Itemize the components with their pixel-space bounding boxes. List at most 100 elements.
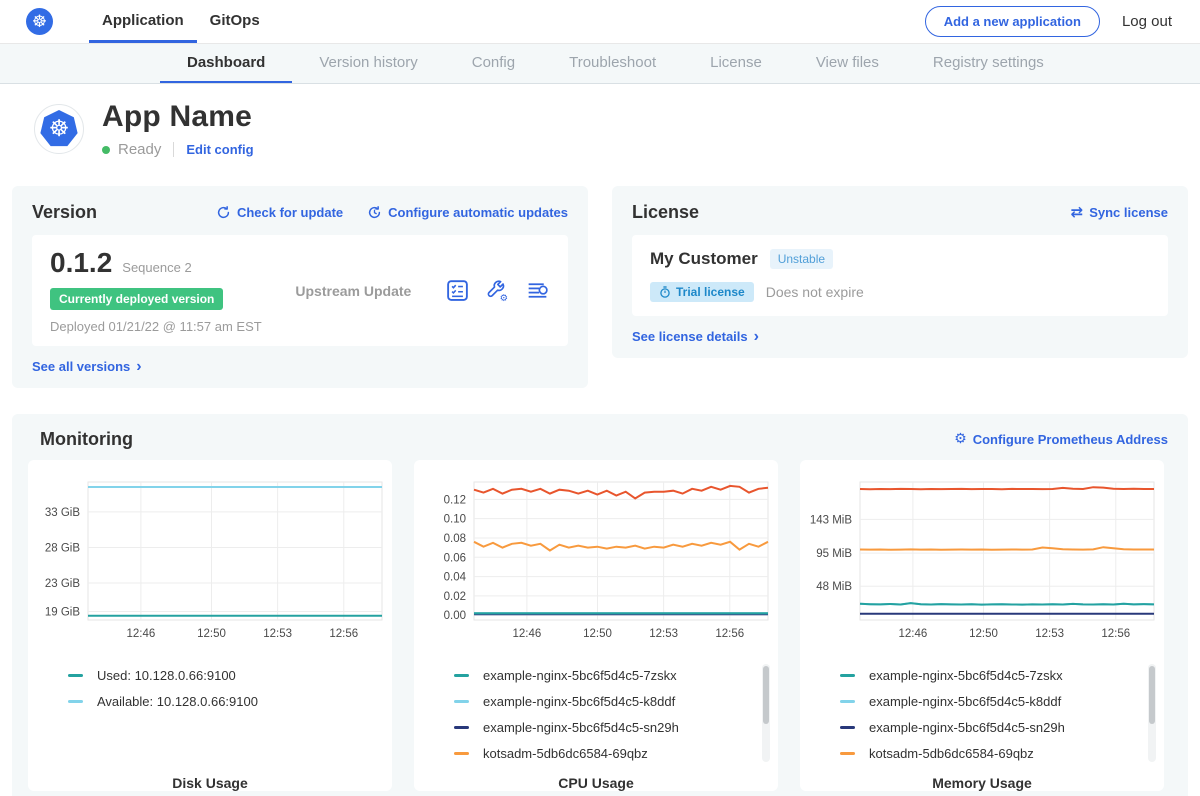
tab-dashboard[interactable]: Dashboard xyxy=(160,44,292,83)
legend-item: example-nginx-5bc6f5d4c5-sn29h xyxy=(840,714,1164,740)
chart-title: Memory Usage xyxy=(800,775,1164,791)
version-source-label: Upstream Update xyxy=(295,283,411,299)
legend-label: kotsadm-5db6dc6584-69qbz xyxy=(483,746,648,761)
svg-text:⚙: ⚙ xyxy=(500,293,508,303)
configure-prometheus-link[interactable]: ⚙ Configure Prometheus Address xyxy=(954,432,1168,447)
legend-swatch xyxy=(68,700,83,703)
tab-troubleshoot[interactable]: Troubleshoot xyxy=(542,44,683,83)
logout-button[interactable]: Log out xyxy=(1122,13,1172,30)
chart-title: Disk Usage xyxy=(28,775,392,791)
scrollbar-thumb[interactable] xyxy=(763,666,769,724)
checklist-icon xyxy=(445,278,470,303)
legend-swatch xyxy=(68,674,83,677)
svg-text:12:53: 12:53 xyxy=(263,628,292,640)
memory-usage-card: 143 MiB95 MiB48 MiB12:4612:5012:5312:56 … xyxy=(800,460,1164,791)
legend-label: example-nginx-5bc6f5d4c5-7zskx xyxy=(483,668,677,683)
divider xyxy=(173,142,174,157)
top-nav: ☸ Application GitOps Add a new applicati… xyxy=(0,0,1200,44)
charts-row: 33 GiB 28 GiB 23 GiB 19 GiB 12:46 12:50 12:53 1… xyxy=(28,460,1172,791)
legend-item: example-nginx-5bc6f5d4c5-k8ddf xyxy=(840,688,1164,714)
refresh-icon xyxy=(216,205,231,220)
expiry-text: Does not expire xyxy=(766,284,864,300)
tab-registry-settings[interactable]: Registry settings xyxy=(906,44,1071,83)
svg-text:95 MiB: 95 MiB xyxy=(816,548,852,560)
app-header: ☸ App Name Ready Edit config xyxy=(0,84,1200,174)
deployed-timestamp: Deployed 01/21/22 @ 11:57 am EST xyxy=(50,319,262,334)
svg-text:0.08: 0.08 xyxy=(444,533,466,545)
view-deploy-logs-button[interactable] xyxy=(525,278,550,303)
svg-text:12:56: 12:56 xyxy=(329,628,358,640)
gear-icon: ⚙ xyxy=(954,432,967,446)
preflight-checks-button[interactable] xyxy=(445,278,470,303)
version-card-title: Version xyxy=(32,202,97,223)
svg-text:0.00: 0.00 xyxy=(444,610,466,622)
legend-label: Used: 10.128.0.66:9100 xyxy=(97,668,236,683)
sync-license-link[interactable]: ⇄ Sync license xyxy=(1071,205,1168,220)
configure-automatic-updates-link[interactable]: Configure automatic updates xyxy=(367,205,568,220)
legend-swatch xyxy=(840,726,855,729)
cpu-usage-legend: example-nginx-5bc6f5d4c5-7zskx example-ng… xyxy=(414,662,778,766)
legend-scrollbar[interactable] xyxy=(1148,664,1156,762)
add-application-button[interactable]: Add a new application xyxy=(925,6,1100,37)
svg-text:0.06: 0.06 xyxy=(444,552,466,564)
svg-text:12:56: 12:56 xyxy=(715,628,744,640)
svg-text:12:46: 12:46 xyxy=(127,628,156,640)
current-version-card: 0.1.2 Sequence 2 Currently deployed vers… xyxy=(32,235,568,346)
see-all-versions-label: See all versions xyxy=(32,359,130,374)
tab-gitops[interactable]: GitOps xyxy=(197,0,273,43)
app-avatar: ☸ xyxy=(34,104,84,154)
version-number: 0.1.2 xyxy=(50,247,112,279)
svg-text:19 GiB: 19 GiB xyxy=(45,606,80,618)
page-title: App Name xyxy=(102,100,254,134)
license-type-badge: Trial license xyxy=(650,282,754,302)
config-values-button[interactable]: ⚙ xyxy=(485,278,510,303)
tab-application[interactable]: Application xyxy=(89,0,197,43)
svg-text:12:53: 12:53 xyxy=(649,628,678,640)
wrench-gear-icon: ⚙ xyxy=(485,278,510,303)
check-for-update-link[interactable]: Check for update xyxy=(216,205,343,220)
svg-text:0.10: 0.10 xyxy=(444,514,466,526)
check-for-update-label: Check for update xyxy=(237,205,343,220)
legend-item: Available: 10.128.0.66:9100 xyxy=(68,688,392,714)
legend-swatch xyxy=(454,674,469,677)
see-license-details-label: See license details xyxy=(632,329,748,344)
svg-text:12:53: 12:53 xyxy=(1035,628,1064,640)
cpu-usage-card: 0.120.100.080.060.040.020.0012:4612:5012… xyxy=(414,460,778,791)
svg-text:28 GiB: 28 GiB xyxy=(45,542,80,554)
kots-admin-console: ☸ Application GitOps Add a new applicati… xyxy=(0,0,1200,796)
scrollbar-thumb[interactable] xyxy=(1149,666,1155,724)
version-card: Version Check for update xyxy=(12,186,588,388)
legend-item: example-nginx-5bc6f5d4c5-k8ddf xyxy=(454,688,778,714)
legend-swatch xyxy=(840,752,855,755)
sync-arrows-icon: ⇄ xyxy=(1071,205,1084,220)
legend-swatch xyxy=(840,700,855,703)
tab-config[interactable]: Config xyxy=(445,44,542,83)
svg-text:12:46: 12:46 xyxy=(513,628,542,640)
configure-automatic-updates-label: Configure automatic updates xyxy=(388,205,568,220)
svg-text:12:56: 12:56 xyxy=(1101,628,1130,640)
see-license-details-link[interactable]: See license details › xyxy=(632,329,759,344)
memory-usage-legend: example-nginx-5bc6f5d4c5-7zskx example-ng… xyxy=(800,662,1164,766)
deployed-badge: Currently deployed version xyxy=(50,288,223,310)
cpu-usage-chart: 0.120.100.080.060.040.020.0012:4612:5012… xyxy=(414,472,778,647)
see-all-versions-link[interactable]: See all versions › xyxy=(32,359,142,374)
disk-usage-chart: 33 GiB28 GiB23 GiB19 GiB12:4612:5012:531… xyxy=(28,472,392,647)
legend-item: example-nginx-5bc6f5d4c5-7zskx xyxy=(454,662,778,688)
svg-text:23 GiB: 23 GiB xyxy=(45,578,80,590)
svg-text:12:50: 12:50 xyxy=(969,628,998,640)
chart-title: CPU Usage xyxy=(414,775,778,791)
clock-refresh-icon xyxy=(367,205,382,220)
edit-config-link[interactable]: Edit config xyxy=(186,142,253,157)
stopwatch-icon xyxy=(659,286,671,298)
app-sub-nav: Dashboard Version history Config Trouble… xyxy=(0,44,1200,84)
svg-text:33 GiB: 33 GiB xyxy=(45,507,80,519)
tab-license[interactable]: License xyxy=(683,44,789,83)
tab-version-history[interactable]: Version history xyxy=(292,44,444,83)
legend-label: example-nginx-5bc6f5d4c5-sn29h xyxy=(483,720,679,735)
license-detail-card: My Customer Unstable Trial license Does … xyxy=(632,235,1168,316)
legend-item: example-nginx-5bc6f5d4c5-sn29h xyxy=(454,714,778,740)
customer-name: My Customer xyxy=(650,249,758,269)
legend-label: example-nginx-5bc6f5d4c5-7zskx xyxy=(869,668,1063,683)
legend-scrollbar[interactable] xyxy=(762,664,770,762)
tab-view-files[interactable]: View files xyxy=(789,44,906,83)
